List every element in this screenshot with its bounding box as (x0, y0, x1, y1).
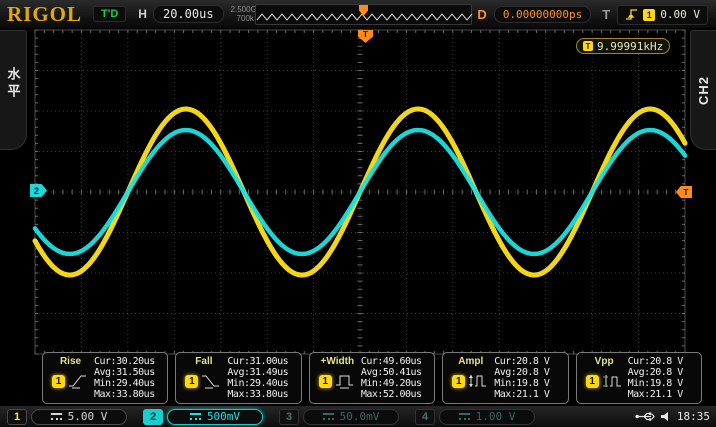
amplitude-icon (467, 373, 489, 389)
measurement-name: Ampl (458, 356, 483, 367)
oscilloscope-screen: RIGOL T'D H 20.00us 2.500GSa/s 700k pts … (0, 0, 716, 427)
measurement-values: Cur:20.8 VAvg:20.8 V Min:19.8 VMax:21.1 … (628, 355, 698, 401)
tab-ch2-menu[interactable]: CH2 (690, 30, 716, 150)
frequency-source-badge: T (583, 41, 593, 51)
tab-ch2-label: CH2 (696, 75, 711, 104)
channel-3-scale[interactable]: 50.0mV (303, 409, 399, 425)
dc-coupling-icon (51, 413, 62, 420)
measurement-row: Rise 1 Cur:30.20usAvg:31.50us Min:29.40u… (42, 352, 702, 404)
measurement-values: Cur:31.00usAvg:31.49us Min:29.40usMax:33… (227, 355, 297, 401)
channel-4-badge[interactable]: 4 (415, 409, 435, 425)
fall-time-icon (200, 373, 222, 389)
measurement-amplitude[interactable]: Ampl 1 Cur:20.8 VAvg:20.8 V Min:19.8 VMa… (442, 352, 568, 404)
speaker-icon (660, 411, 672, 422)
tab-horizontal-label: 水平 (4, 67, 23, 101)
channel-1-badge[interactable]: 1 (7, 409, 27, 425)
channel-2-group[interactable]: 2 500mV (143, 409, 263, 425)
channel-status-bar: 1 5.00 V 2 500mV 3 50.0mV 4 1.00 V (0, 405, 716, 427)
dc-coupling-icon (459, 413, 470, 420)
source-badge: 1 (452, 375, 465, 388)
frequency-value: 9.99991kHz (597, 40, 663, 53)
measurement-fall[interactable]: Fall 1 Cur:31.00usAvg:31.49us Min:29.40u… (175, 352, 301, 404)
measurement-name: Rise (60, 356, 81, 367)
tab-horizontal-menu[interactable]: 水平 (0, 30, 27, 150)
channel-3-group[interactable]: 3 50.0mV (279, 409, 399, 425)
measurement-rise[interactable]: Rise 1 Cur:30.20usAvg:31.50us Min:29.40u… (42, 352, 168, 404)
dc-coupling-icon (190, 413, 201, 420)
measurement-pos-width[interactable]: +Width 1 Cur:49.60usAvg:50.41us Min:49.2… (309, 352, 435, 404)
channel-2-badge[interactable]: 2 (143, 409, 163, 425)
channel-2-scale[interactable]: 500mV (167, 409, 263, 425)
measurement-values: Cur:30.20usAvg:31.50us Min:29.40usMax:33… (94, 355, 164, 401)
vpp-icon (601, 373, 623, 389)
measurement-name: +Width (321, 356, 355, 367)
source-badge: 1 (319, 375, 332, 388)
channel-1-scale[interactable]: 5.00 V (31, 409, 127, 425)
clock: 18:35 (677, 410, 710, 423)
measurement-values: Cur:20.8 VAvg:20.8 V Min:19.8 VMax:21.1 … (494, 355, 564, 401)
source-badge: 1 (52, 375, 65, 388)
usb-icon (635, 411, 655, 422)
measurement-name: Fall (195, 356, 212, 367)
channel-4-scale[interactable]: 1.00 V (439, 409, 535, 425)
measurement-name: Vpp (595, 356, 614, 367)
measurement-vpp[interactable]: Vpp 1 Cur:20.8 VAvg:20.8 V Min:19.8 VMax… (576, 352, 702, 404)
rise-time-icon (67, 373, 89, 389)
channel-3-badge[interactable]: 3 (279, 409, 299, 425)
frequency-counter: T 9.99991kHz (576, 38, 670, 54)
measurement-values: Cur:49.60usAvg:50.41us Min:49.20usMax:52… (361, 355, 431, 401)
channel-4-group[interactable]: 4 1.00 V (415, 409, 535, 425)
dc-coupling-icon (323, 413, 334, 420)
source-badge: 1 (586, 375, 599, 388)
positive-width-icon (334, 373, 356, 389)
source-badge: 1 (185, 375, 198, 388)
channel-1-group[interactable]: 1 5.00 V (7, 409, 127, 425)
